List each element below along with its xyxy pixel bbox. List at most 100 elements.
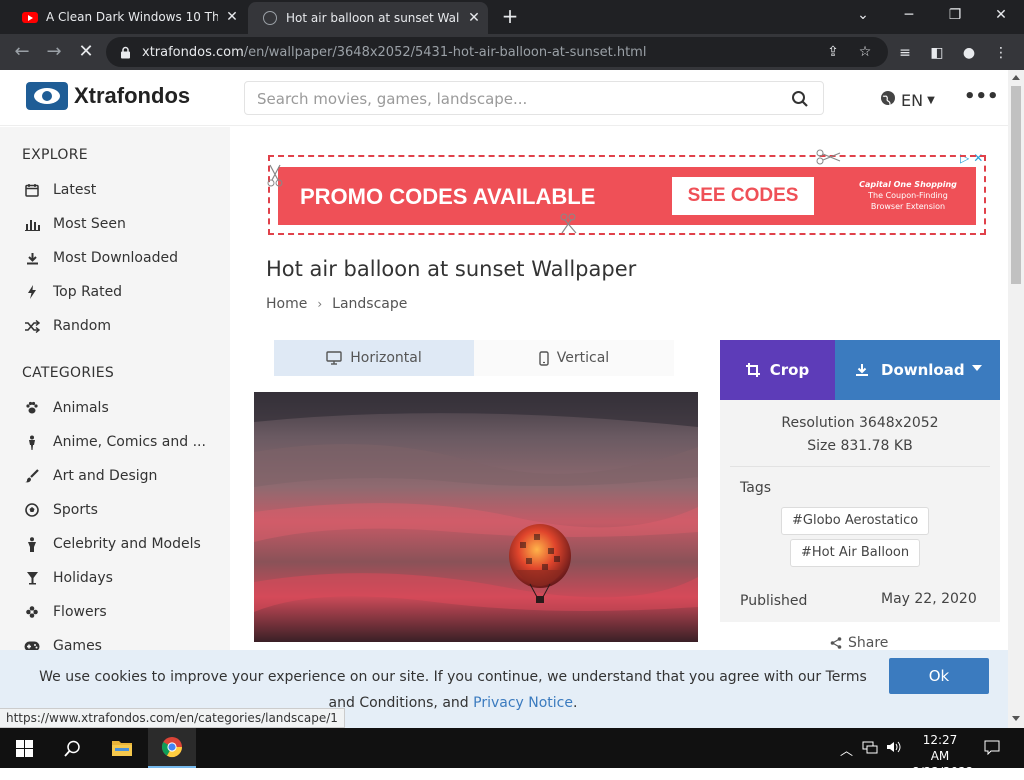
categories-heading: CATEGORIES [22, 365, 115, 381]
phone-icon [539, 350, 549, 366]
new-tab-button[interactable]: + [498, 4, 522, 28]
sidebar-item-celebrity[interactable]: Celebrity and Models [22, 534, 201, 554]
sidebar-item-label: Holidays [53, 570, 113, 586]
taskbar-search-button[interactable] [48, 728, 96, 768]
cookie-ok-button[interactable]: Ok [889, 658, 989, 694]
sidebar-item-most-downloaded[interactable]: Most Downloaded [22, 248, 178, 268]
taskbar-clock[interactable]: 12:27 AM 8/22/2022 [912, 732, 974, 780]
reload-stop-button[interactable]: ✕ [72, 38, 100, 66]
sidebar-item-animals[interactable]: Animals [22, 398, 109, 418]
file-explorer-button[interactable] [98, 728, 146, 768]
restore-button[interactable]: ❐ [932, 0, 978, 30]
eye-logo-icon [26, 82, 68, 110]
chevron-down-icon[interactable] [972, 365, 982, 371]
browser-tab-active[interactable]: Hot air balloon at sunset Wallpaper ✕ [248, 2, 488, 34]
sidebar-item-flowers[interactable]: Flowers [22, 602, 107, 622]
explore-heading: EXPLORE [22, 147, 88, 163]
folder-icon [112, 741, 132, 756]
bookmark-star-icon[interactable]: ☆ [856, 43, 874, 61]
search-box [244, 81, 824, 115]
notifications-icon[interactable] [984, 740, 1000, 759]
media-control-icon[interactable]: ≡ [895, 43, 915, 63]
scissors-icon [560, 213, 577, 234]
globe-icon [880, 90, 896, 110]
windows-logo-icon [15, 739, 33, 757]
sidebar-item-label: Latest [53, 182, 97, 198]
back-button[interactable]: ← [8, 38, 36, 66]
anime-icon [22, 434, 42, 450]
language-selector[interactable]: EN ▼ [880, 90, 935, 110]
close-window-button[interactable]: ✕ [978, 0, 1024, 30]
windows-taskbar: ︿ 12:27 AM 8/22/2022 [0, 728, 1024, 779]
show-hidden-icons[interactable]: ︿ [840, 740, 853, 759]
breadcrumb: Home › Landscape [266, 296, 407, 312]
share-button[interactable]: Share [830, 635, 888, 651]
search-input[interactable] [257, 88, 777, 110]
sidebar-item-latest[interactable]: Latest [22, 180, 96, 200]
scroll-down-arrow[interactable] [1012, 716, 1020, 721]
sidebar-item-random[interactable]: Random [22, 316, 111, 336]
sidebar-item-art-design[interactable]: Art and Design [22, 466, 157, 486]
scrollbar-thumb[interactable] [1011, 86, 1021, 284]
sidebar-item-anime[interactable]: Anime, Comics and ... [22, 432, 206, 452]
sidebar-item-most-seen[interactable]: Most Seen [22, 214, 126, 234]
tag-chip[interactable]: #Globo Aerostatico [781, 507, 930, 535]
ad-band: PROMO CODES AVAILABLE SEE CODES Capital … [278, 167, 976, 225]
sidebar-item-label: Anime, Comics and ... [53, 434, 206, 450]
youtube-icon [22, 9, 38, 25]
ad-banner[interactable]: PROMO CODES AVAILABLE SEE CODES Capital … [267, 149, 986, 235]
chrome-taskbar-button[interactable] [148, 728, 196, 768]
tags-heading: Tags [740, 480, 771, 496]
side-panel-icon[interactable]: ◧ [927, 43, 947, 63]
scissors-icon [267, 164, 283, 187]
share-page-icon[interactable]: ⇪ [824, 43, 842, 61]
chevron-right-icon: › [317, 297, 323, 311]
scroll-up-arrow[interactable] [1012, 75, 1020, 80]
sidebar-item-holidays[interactable]: Holidays [22, 568, 113, 588]
sidebar-item-sports[interactable]: Sports [22, 500, 98, 520]
browser-tab[interactable]: A Clean Dark Windows 10 Theme ✕ [8, 0, 246, 34]
sidebar: EXPLORE Latest Most Seen Most Downloaded… [0, 127, 230, 727]
sidebar-item-label: Most Downloaded [53, 250, 178, 266]
logo-text: Xtrafondos [74, 83, 191, 108]
close-tab-icon[interactable]: ✕ [218, 9, 246, 25]
globe-icon [262, 10, 278, 26]
sidebar-item-label: Art and Design [53, 468, 158, 484]
ball-icon [22, 502, 42, 518]
sidebar-item-label: Sports [53, 502, 98, 518]
vertical-button[interactable]: Vertical [474, 340, 674, 376]
privacy-notice-link[interactable]: Privacy Notice [473, 695, 573, 711]
see-codes-button[interactable]: SEE CODES [672, 177, 814, 215]
sidebar-item-label: Most Seen [53, 216, 126, 232]
site-header: Xtrafondos EN ▼ ••• [0, 70, 1008, 126]
network-icon[interactable] [862, 740, 878, 758]
forward-button[interactable]: → [40, 38, 68, 66]
volume-icon[interactable] [886, 740, 902, 758]
language-label: EN [901, 90, 924, 110]
breadcrumb-landscape[interactable]: Landscape [332, 296, 407, 312]
breadcrumb-home[interactable]: Home [266, 296, 307, 312]
orientation-toggle: Horizontal Vertical [274, 340, 678, 376]
chevron-down-icon: ▼ [927, 94, 935, 106]
minimize-button[interactable]: ─ [886, 0, 932, 30]
tab-search-icon[interactable]: ⌄ [840, 0, 886, 30]
start-button[interactable] [0, 728, 48, 768]
browser-menu-icon[interactable]: ⋮ [991, 43, 1011, 63]
horizontal-button[interactable]: Horizontal [274, 340, 474, 376]
wallpaper-image[interactable] [254, 392, 698, 642]
sidebar-item-label: Celebrity and Models [53, 536, 201, 552]
more-options-icon[interactable]: ••• [964, 86, 999, 107]
search-icon[interactable] [791, 90, 809, 108]
tag-chip[interactable]: #Hot Air Balloon [790, 539, 921, 567]
download-button[interactable]: Download [835, 340, 1000, 400]
download-icon [855, 363, 869, 377]
vertical-scrollbar[interactable] [1008, 70, 1024, 728]
crop-button[interactable]: Crop [720, 340, 835, 400]
address-bar[interactable]: xtrafondos.com/en/wallpaper/3648x2052/54… [106, 37, 888, 67]
site-logo[interactable]: Xtrafondos [26, 82, 190, 110]
tab-title: Hot air balloon at sunset Wallpaper [286, 11, 460, 25]
sidebar-item-top-rated[interactable]: Top Rated [22, 282, 122, 302]
calendar-icon [22, 182, 42, 198]
profile-icon[interactable]: ● [959, 43, 979, 63]
close-tab-icon[interactable]: ✕ [460, 10, 488, 26]
